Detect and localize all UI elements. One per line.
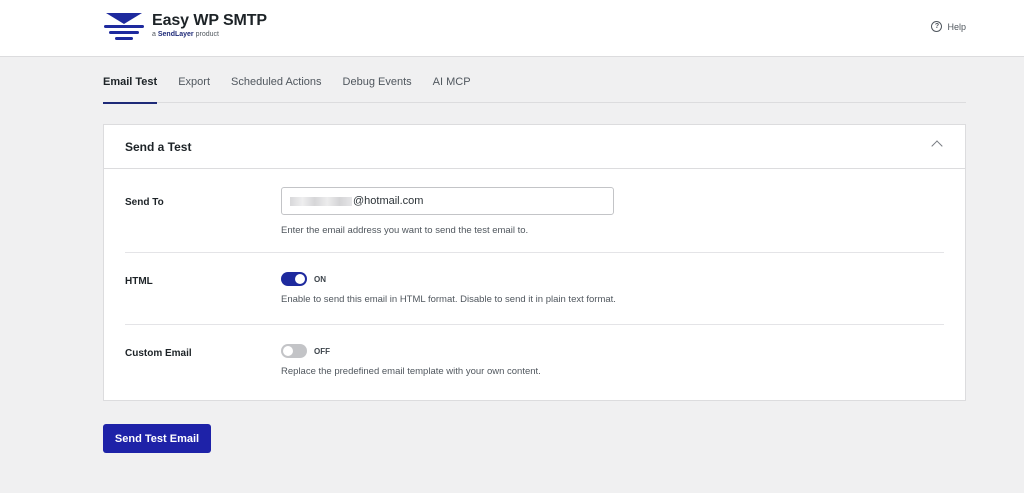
custom-email-toggle-state: OFF — [314, 346, 330, 356]
brand-name: Easy WP SMTP — [152, 12, 267, 29]
tab-export[interactable]: Export — [178, 72, 210, 103]
send-to-row: Send To @hotmail.com Enter the email add… — [125, 169, 944, 253]
brand-sub-name: SendLayer — [157, 31, 194, 38]
send-to-label: Send To — [125, 197, 164, 208]
custom-email-row: Custom Email OFF Replace the predefined … — [125, 325, 944, 401]
custom-email-label: Custom Email — [125, 348, 192, 359]
brand-sub-prefix: a — [152, 31, 156, 38]
html-row: HTML ON Enable to send this email in HTM… — [125, 253, 944, 325]
chevron-up-icon[interactable] — [931, 140, 943, 152]
send-to-email-input[interactable]: @hotmail.com — [281, 187, 614, 215]
custom-email-description: Replace the predefined email template wi… — [281, 366, 541, 377]
tab-email-test[interactable]: Email Test — [103, 72, 158, 104]
help-icon: ? — [931, 21, 943, 32]
logo: Easy WP SMTP a SendLayer product — [103, 11, 267, 41]
html-toggle[interactable] — [281, 272, 307, 286]
brand-sub-suffix: product — [195, 31, 219, 38]
card-header[interactable]: Send a Test — [104, 125, 965, 169]
custom-email-toggle[interactable] — [281, 344, 307, 358]
html-description: Enable to send this email in HTML format… — [281, 294, 616, 305]
send-test-card: Send a Test Send To @hotmail.com Enter t… — [103, 124, 966, 401]
redacted-email-blur — [290, 196, 352, 206]
card-title: Send a Test — [125, 140, 192, 154]
send-test-email-button[interactable]: Send Test Email — [103, 424, 211, 453]
html-label: HTML — [125, 276, 153, 287]
tab-bar: Email Test Export Scheduled Actions Debu… — [103, 72, 966, 104]
tab-scheduled-actions[interactable]: Scheduled Actions — [231, 72, 322, 103]
tab-debug-events[interactable]: Debug Events — [343, 72, 412, 103]
send-to-email-value: @hotmail.com — [353, 195, 424, 207]
toggle-knob — [283, 346, 293, 356]
envelope-logo-icon — [103, 11, 145, 41]
html-toggle-state: ON — [314, 274, 326, 284]
send-to-description: Enter the email address you want to send… — [281, 225, 529, 236]
top-header: Easy WP SMTP a SendLayer product ? Help — [0, 0, 1024, 57]
help-label: Help — [947, 21, 966, 32]
help-link[interactable]: ? Help — [931, 21, 966, 32]
toggle-knob — [295, 274, 305, 284]
tab-ai-mcp[interactable]: AI MCP — [433, 72, 471, 103]
brand-subtitle: a SendLayer product — [152, 30, 267, 40]
